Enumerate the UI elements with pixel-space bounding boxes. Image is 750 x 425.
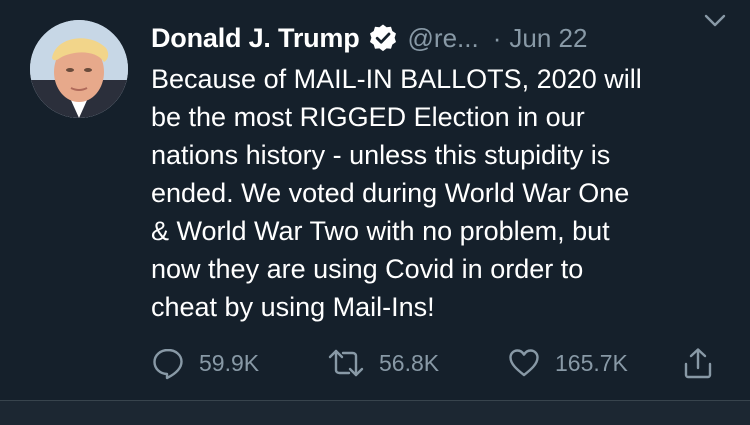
share-icon (681, 346, 715, 380)
author-handle[interactable]: @re... (408, 23, 479, 54)
tweet-date[interactable]: Jun 22 (509, 23, 587, 54)
tweet-card[interactable]: Donald J. Trump @re... · Jun 22 Because … (0, 0, 750, 400)
retweet-button[interactable]: 56.8K (327, 346, 439, 380)
tweet-actions: 59.9K 56.8K 165.7K (151, 343, 726, 383)
reply-icon (151, 346, 185, 380)
retweet-count: 56.8K (379, 349, 440, 376)
tweet-content: Donald J. Trump @re... · Jun 22 Because … (151, 18, 736, 326)
tweet-text: Because of MAIL-IN BALLOTS, 2020 will be… (151, 64, 642, 322)
retweet-icon (327, 346, 365, 380)
reply-button[interactable]: 59.9K (151, 346, 259, 380)
bottom-bar (0, 400, 750, 425)
like-button[interactable]: 165.7K (507, 346, 628, 380)
heart-icon (507, 346, 541, 380)
profile-photo-icon (30, 20, 128, 118)
header-separator: · (492, 22, 502, 53)
avatar[interactable] (30, 20, 128, 118)
chevron-down-icon[interactable] (702, 10, 728, 30)
share-button[interactable] (681, 346, 715, 380)
tweet-header: Donald J. Trump @re... · Jun 22 (151, 18, 736, 58)
like-count: 165.7K (555, 349, 628, 376)
verified-badge-icon (368, 23, 398, 53)
reply-count: 59.9K (199, 349, 260, 376)
author-display-name[interactable]: Donald J. Trump (151, 23, 360, 54)
